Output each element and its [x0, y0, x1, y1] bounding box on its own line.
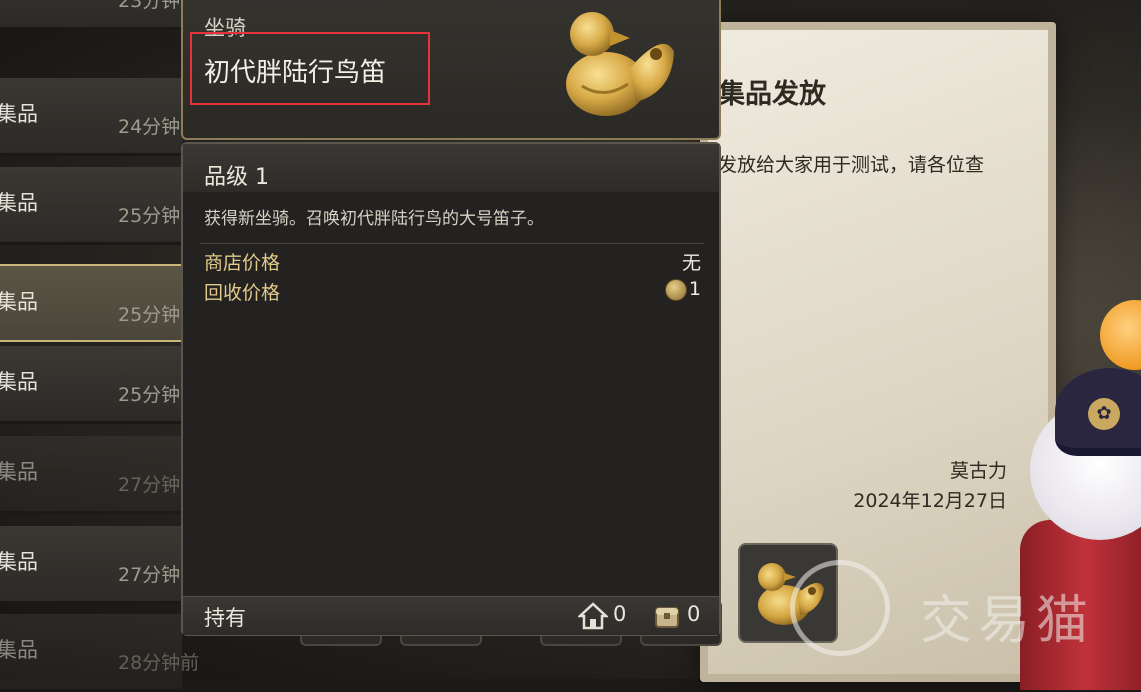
mail-list-item[interactable]: 集品 27分钟 [0, 436, 182, 514]
mail-list-item[interactable]: 集品 25分钟 [0, 346, 182, 424]
house-storage-icon [576, 602, 610, 630]
saddlebag-count: 0 [687, 602, 701, 626]
mail-item-label: 集品 [0, 638, 38, 662]
mail-list: 23分钟 集品 24分钟 集品 25分钟 集品 25分钟 集品 25分钟 集品 … [0, 0, 199, 692]
letter-date: 2024年12月27日 [853, 490, 1007, 512]
moogle-hat-badge-icon: ✿ [1088, 398, 1120, 430]
mail-list-item[interactable]: 集品 24分钟 [0, 78, 182, 156]
letter-title: 集品发放 [718, 79, 826, 110]
item-grade: 品级 1 [204, 165, 269, 190]
mail-item-label: 集品 [0, 290, 38, 314]
mail-item-label: 集品 [0, 191, 38, 215]
mail-list-item[interactable]: 集品 25分钟 [0, 167, 182, 245]
mail-item-time: 25分钟 [118, 384, 181, 406]
mail-list-item[interactable]: 集品 28分钟前 [0, 614, 199, 692]
letter-body: 发放给大家用于测试，请各位查 [718, 154, 985, 176]
tooltip-footer [183, 596, 719, 635]
shop-price-label: 商店价格 [204, 252, 281, 274]
house-storage-count: 0 [613, 602, 627, 626]
mail-item-label: 集品 [0, 370, 38, 394]
owned-label: 持有 [204, 606, 246, 630]
item-description: 获得新坐骑。召唤初代胖陆行鸟的大号笛子。 [204, 209, 544, 229]
mail-item-time: 23分钟 [118, 0, 181, 12]
watermark-text: 交易猫 [920, 591, 1095, 651]
mail-list-item[interactable]: 23分钟 [0, 0, 182, 30]
mail-item-time: 24分钟 [118, 116, 181, 138]
mail-item-time: 25分钟 [118, 304, 181, 326]
saddlebag-icon [653, 602, 681, 630]
sell-price-value: 1 [688, 278, 701, 300]
highlight-annotation-box [190, 32, 430, 105]
mail-item-label: 集品 [0, 550, 38, 574]
mail-list-item[interactable]: 集品 27分钟 [0, 526, 182, 604]
mail-item-time: 27分钟 [118, 564, 181, 586]
mail-item-time: 27分钟 [118, 474, 181, 496]
mail-item-time: 25分钟 [118, 205, 181, 227]
chocobo-whistle-icon [552, 0, 680, 128]
divider [200, 243, 704, 244]
mail-item-label: 集品 [0, 102, 38, 126]
watermark: 交易猫 [790, 560, 1130, 660]
mail-item-label: 集品 [0, 460, 38, 484]
mail-item-time: 28分钟前 [118, 652, 200, 674]
letter-sender: 莫古力 [949, 460, 1007, 482]
shop-price-value: 无 [681, 252, 701, 274]
sell-price-label: 回收价格 [204, 282, 281, 304]
mail-list-item-selected[interactable]: 集品 25分钟 [0, 264, 182, 342]
gil-coin-icon [665, 279, 687, 301]
cat-logo-icon [790, 560, 890, 656]
